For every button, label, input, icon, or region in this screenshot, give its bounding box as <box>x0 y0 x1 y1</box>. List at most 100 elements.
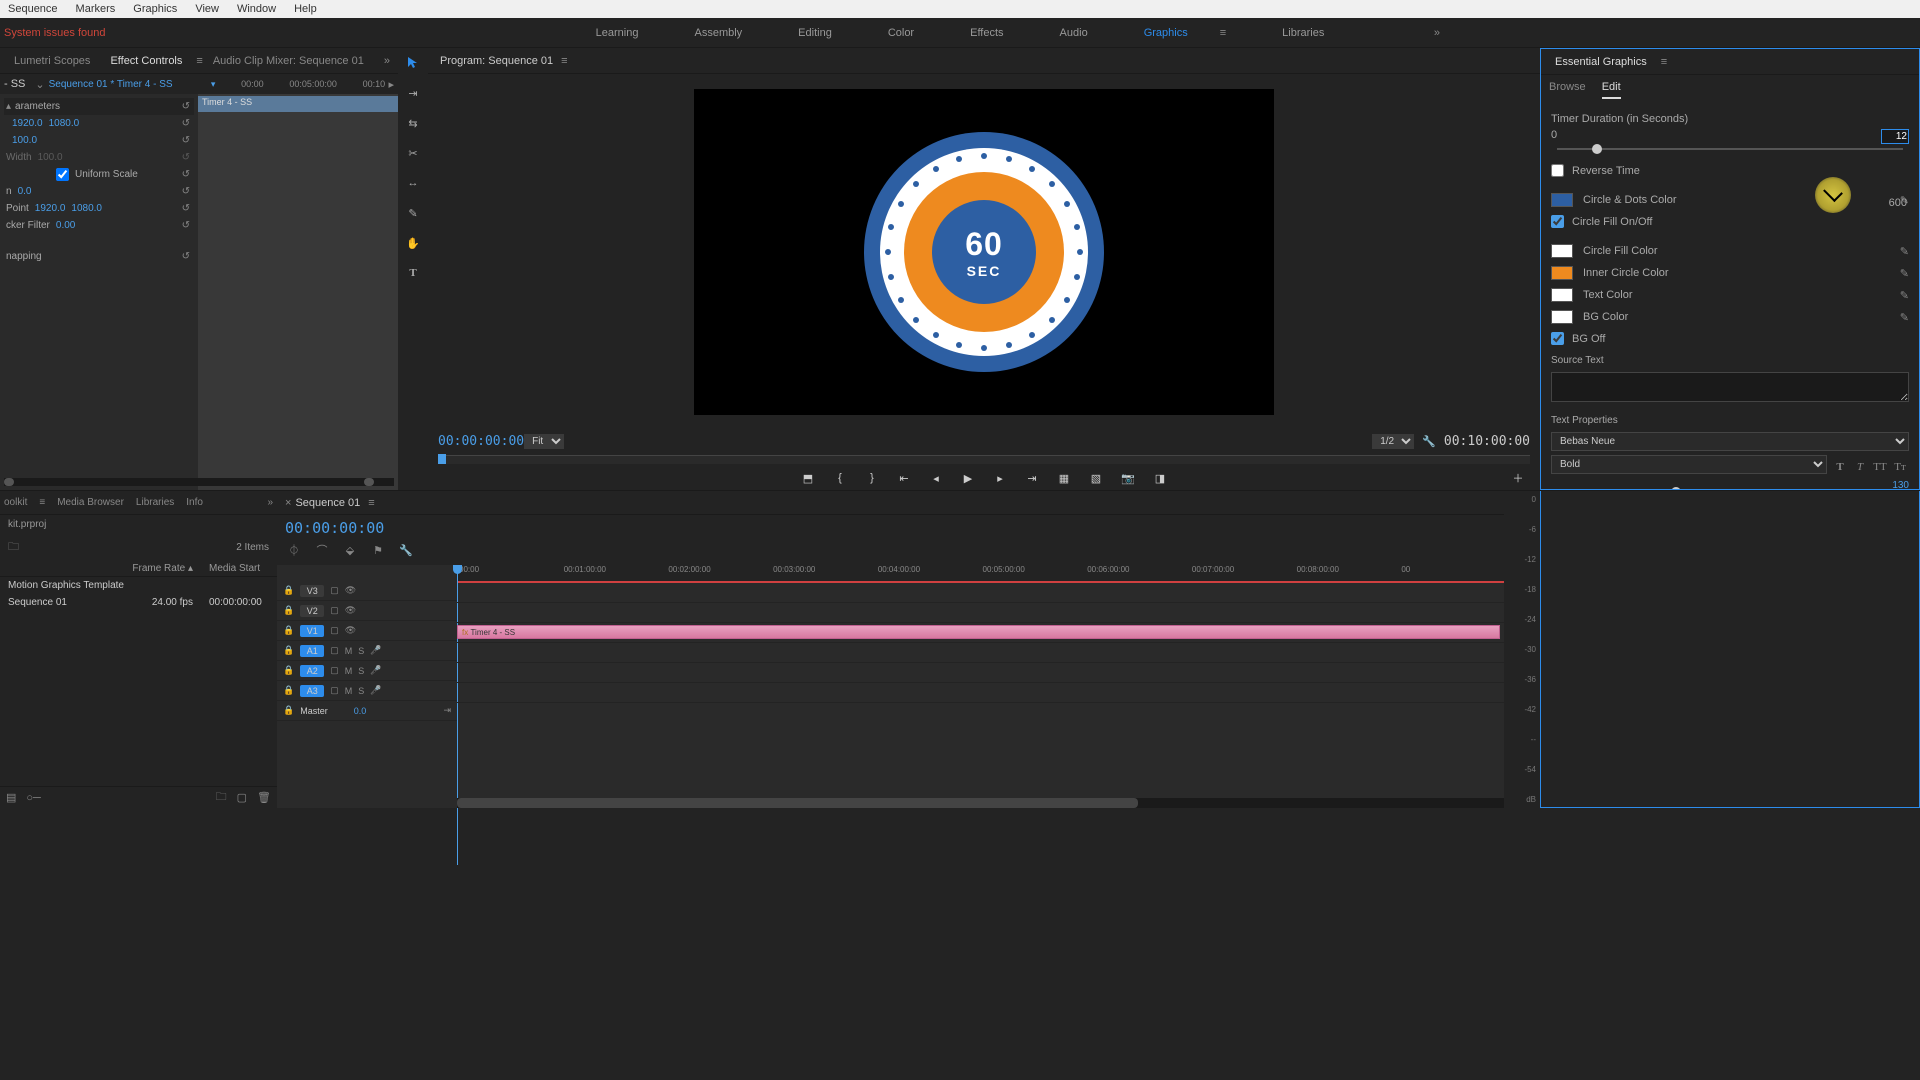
menu-view[interactable]: View <box>195 3 219 15</box>
tab-toolkit[interactable]: oolkit <box>4 497 27 508</box>
tab-lumetri-scopes[interactable]: Lumetri Scopes <box>4 55 100 67</box>
tab-media-browser[interactable]: Media Browser <box>57 497 124 508</box>
toggle-output-icon[interactable]: ▢ <box>330 665 339 676</box>
workspace-menu-icon[interactable]: ≡ <box>1220 27 1226 39</box>
workspace-audio[interactable]: Audio <box>1060 27 1088 39</box>
reset-icon[interactable]: ↺ <box>182 101 190 112</box>
panel-menu-icon[interactable]: ≡ <box>1661 56 1667 68</box>
menu-sequence[interactable]: Sequence <box>8 3 58 15</box>
bg-color-swatch[interactable] <box>1551 310 1573 324</box>
reset-icon[interactable]: ↺ <box>182 152 190 163</box>
lock-icon[interactable]: 🔒 <box>283 685 294 696</box>
ec-value[interactable]: 100.0 <box>12 135 37 146</box>
track-v1[interactable]: V1 <box>300 625 324 637</box>
col-framerate[interactable]: Frame Rate ▴ <box>8 563 209 574</box>
timeline-clip[interactable]: fx Timer 4 - SS <box>457 625 1500 639</box>
voice-icon[interactable]: 🎤 <box>370 665 381 676</box>
track-a2[interactable]: A2 <box>300 665 324 677</box>
go-to-out-icon[interactable]: ⇥ <box>1024 470 1040 486</box>
ripple-edit-tool-icon[interactable]: ⇆ <box>404 114 422 132</box>
ec-value[interactable]: 0.00 <box>56 220 75 231</box>
duration-slider[interactable] <box>1557 148 1903 150</box>
lock-icon[interactable]: 🔒 <box>283 665 294 676</box>
circle-fill-swatch[interactable] <box>1551 244 1573 258</box>
eyedropper-icon[interactable]: ✎ <box>1900 267 1909 280</box>
ec-clip-name[interactable]: Sequence 01 * Timer 4 - SS <box>49 79 173 90</box>
resolution-select[interactable]: 1/2 <box>1372 434 1414 449</box>
hand-tool-icon[interactable]: ✋ <box>404 234 422 252</box>
track-select-tool-icon[interactable]: ⇥ <box>404 84 422 102</box>
toggle-output-icon[interactable]: ▢ <box>330 645 339 656</box>
eye-icon[interactable]: 👁 <box>345 605 356 616</box>
small-caps-icon[interactable]: Tᴛ <box>1891 459 1909 475</box>
pen-tool-icon[interactable]: ✎ <box>404 204 422 222</box>
font-style-select[interactable]: Bold <box>1551 455 1827 474</box>
solo-icon[interactable]: S <box>358 666 364 676</box>
all-caps-icon[interactable]: TT <box>1871 459 1889 475</box>
eye-icon[interactable]: 👁 <box>345 625 356 636</box>
tab-libraries[interactable]: Libraries <box>136 497 174 508</box>
program-video-area[interactable]: 60 SEC <box>428 74 1540 430</box>
solo-icon[interactable]: S <box>358 686 364 696</box>
text-color-swatch[interactable] <box>1551 288 1573 302</box>
program-playhead[interactable] <box>438 454 446 464</box>
workspace-editing[interactable]: Editing <box>798 27 832 39</box>
play-icon[interactable]: ▶ <box>960 470 976 486</box>
selection-tool-icon[interactable] <box>404 54 422 72</box>
project-item[interactable]: Motion Graphics Template <box>0 577 277 594</box>
lock-icon[interactable]: 🔒 <box>283 705 294 716</box>
tabs-overflow-icon[interactable]: » <box>384 55 390 67</box>
clear-icon[interactable]: 🗑 <box>257 791 271 804</box>
workspace-learning[interactable]: Learning <box>596 27 639 39</box>
program-tc-current[interactable]: 00:00:00:00 <box>438 434 524 449</box>
workspace-graphics[interactable]: Graphics <box>1144 27 1188 39</box>
ec-timeline-ruler[interactable]: ▾ 00:00 00:05:00:00 00:10 <box>198 74 398 94</box>
track-v3[interactable]: V3 <box>300 585 324 597</box>
panel-menu-icon[interactable]: ≡ <box>561 55 567 67</box>
solo-icon[interactable]: S <box>358 646 364 656</box>
panel-menu-icon[interactable]: ≡ <box>39 497 45 508</box>
lock-icon[interactable]: 🔒 <box>283 585 294 596</box>
workspace-effects[interactable]: Effects <box>970 27 1003 39</box>
menu-graphics[interactable]: Graphics <box>133 3 177 15</box>
bg-off-checkbox[interactable] <box>1551 332 1564 345</box>
tab-essential-graphics[interactable]: Essential Graphics <box>1545 56 1657 68</box>
reset-icon[interactable]: ↺ <box>182 135 190 146</box>
workspace-color[interactable]: Color <box>888 27 914 39</box>
system-issues-link[interactable]: System issues found <box>4 27 106 39</box>
mute-icon[interactable]: M <box>345 646 353 656</box>
col-mediastart[interactable]: Media Start <box>209 563 269 574</box>
ec-value[interactable]: 1920.0 <box>35 203 66 214</box>
faux-italic-icon[interactable]: T <box>1851 459 1869 475</box>
lock-icon[interactable]: 🔒 <box>283 605 294 616</box>
faux-bold-icon[interactable]: T <box>1831 459 1849 475</box>
reset-icon[interactable]: ↺ <box>182 220 190 231</box>
toggle-output-icon[interactable]: ▢ <box>330 685 339 696</box>
ec-playhead-handle[interactable]: ▾ <box>211 79 216 90</box>
razor-tool-icon[interactable]: ✂ <box>404 144 422 162</box>
bracket-out-icon[interactable]: } <box>864 470 880 486</box>
tl-linked-icon[interactable]: ⌒ <box>313 541 331 559</box>
go-to-end-icon[interactable]: ⇥ <box>443 705 451 716</box>
menu-help[interactable]: Help <box>294 3 317 15</box>
timeline-scrollbar[interactable] <box>457 798 1504 808</box>
tl-wrench-icon[interactable]: 🔧 <box>397 541 415 559</box>
reverse-time-checkbox[interactable] <box>1551 164 1564 177</box>
add-button-icon[interactable]: ＋ <box>1510 470 1526 486</box>
mute-icon[interactable]: M <box>345 666 353 676</box>
lock-icon[interactable]: 🔒 <box>283 645 294 656</box>
eyedropper-icon[interactable]: ✎ <box>1900 289 1909 302</box>
slip-tool-icon[interactable]: ↔ <box>404 174 422 192</box>
timeline-tracks[interactable]: 00:0000:01:00:0000:02:00:0000:03:00:0000… <box>457 565 1504 808</box>
circle-dots-swatch[interactable] <box>1551 193 1573 207</box>
uniform-scale-checkbox[interactable] <box>56 168 69 181</box>
collapse-arrow-icon[interactable]: ▴ <box>6 101 11 112</box>
comparison-icon[interactable]: ◨ <box>1152 470 1168 486</box>
eyedropper-icon[interactable]: ✎ <box>1900 311 1909 324</box>
lift-icon[interactable]: ▦ <box>1056 470 1072 486</box>
type-tool-icon[interactable]: T <box>404 264 422 282</box>
zoom-fit-select[interactable]: Fit <box>524 434 564 449</box>
new-item-icon[interactable]: ▢ <box>237 791 247 804</box>
wrench-icon[interactable]: 🔧 <box>1422 435 1436 448</box>
panel-menu-icon[interactable]: ≡ <box>368 497 374 509</box>
